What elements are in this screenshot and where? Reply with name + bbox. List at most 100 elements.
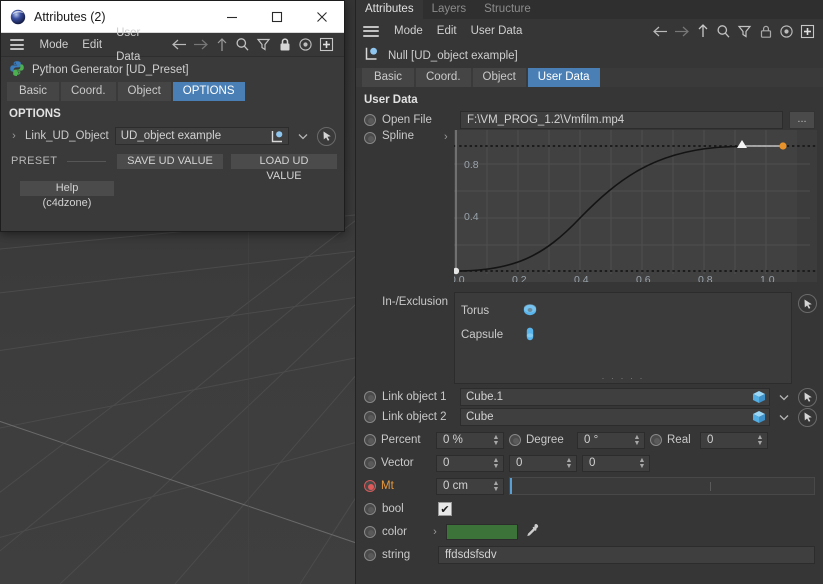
bool-radio[interactable] [364,503,376,515]
doc-tab-layers[interactable]: Layers [423,0,476,19]
filter-icon[interactable] [735,22,754,41]
real-stepper[interactable]: ▲ ▼ [756,434,764,447]
spline-radio[interactable] [364,132,376,144]
tab-coord[interactable]: Coord. [416,68,471,87]
inclusion-list[interactable]: Torus Capsule · · · · · [454,292,792,384]
open-file-input[interactable]: F:\VM_PROG_1.2\Vmfilm.mp4 [460,111,783,129]
link-object-2-row[interactable]: Link object 2 Cube [356,407,823,427]
back-arrow-icon[interactable] [651,22,670,41]
list-item[interactable]: Torus [461,299,791,323]
search-icon[interactable] [233,35,252,54]
mt-radio[interactable] [364,480,376,492]
degree-radio[interactable] [509,434,521,446]
save-ud-value-button[interactable]: SAVE UD VALUE [116,152,224,170]
object-header-row[interactable]: Python Generator [UD_Preset] [1,57,344,82]
spline-graph-svg[interactable]: 0.8 0.4 0.0 0.2 0.4 0.6 0.8 1.0 [450,130,817,286]
target-icon[interactable] [777,22,796,41]
plus-box-icon[interactable] [798,22,817,41]
vector-y-stepper[interactable]: ▲ ▼ [565,457,573,470]
vector-row[interactable]: Vector 0 ▲ ▼ 0 ▲ ▼ 0 ▲ ▼ [356,453,823,473]
inclusion-row[interactable]: In-/Exclusion Torus Capsule · · · · · [356,292,823,384]
degree-input[interactable]: 0 ° ▲ ▼ [577,431,645,449]
filter-icon[interactable] [254,35,273,54]
eyedropper-icon[interactable] [524,523,540,542]
arrow-picker-icon[interactable] [317,126,336,146]
search-icon[interactable] [714,22,733,41]
bool-checkbox[interactable]: ✔ [438,502,452,516]
open-file-row[interactable]: Open File F:\VM_PROG_1.2\Vmfilm.mp4 ... [356,110,823,130]
preset-row[interactable]: PRESET SAVE UD VALUE LOAD UD VALUE [1,148,344,182]
attributes-dock-panel[interactable]: Attributes Layers Structure Mode Edit Us… [355,0,823,584]
attributes-window[interactable]: Attributes (2) Mode Edit User Data Pytho… [0,0,345,232]
spline-graph[interactable]: 0.8 0.4 0.0 0.2 0.4 0.6 0.8 1.0 [450,130,817,286]
link-object-2-field[interactable]: Cube [460,408,770,426]
tab-basic[interactable]: Basic [7,82,59,101]
help-c4dzone-button[interactable]: Help (c4dzone) [19,180,115,209]
panel-document-tabs[interactable]: Attributes Layers Structure [356,0,823,19]
bool-row[interactable]: bool ✔ [356,499,823,519]
chevron-down-icon[interactable] [776,388,792,406]
menu-user-data[interactable]: User Data [464,19,530,43]
link-object-2-radio[interactable] [364,411,376,423]
string-radio[interactable] [364,549,376,561]
attributes-toolbar-icons[interactable] [170,35,338,54]
arrow-picker-icon[interactable] [798,294,817,313]
close-icon[interactable] [299,1,344,32]
spline-expander-icon[interactable]: › [444,131,448,143]
plus-box-icon[interactable] [317,35,336,54]
vector-radio[interactable] [364,457,376,469]
degree-stepper[interactable]: ▲ ▼ [633,434,641,447]
arrow-picker-icon[interactable] [798,407,817,427]
vector-z-stepper[interactable]: ▲ ▼ [638,457,646,470]
tab-options[interactable]: OPTIONS [172,82,245,101]
lock-icon[interactable] [756,22,775,41]
percent-degree-real-row[interactable]: Percent 0 % ▲ ▼ Degree 0 ° ▲ ▼ Real 0 ▲ ▼ [356,430,823,450]
string-row[interactable]: string ffdsdsfsdv [356,545,823,565]
panel-tabstrip[interactable]: Basic Coord. Object User Data [356,68,823,87]
hamburger-icon[interactable] [10,39,25,50]
back-arrow-icon[interactable] [170,35,189,54]
color-row[interactable]: color › [356,522,823,542]
menu-edit[interactable]: Edit [430,19,464,43]
doc-tab-structure[interactable]: Structure [475,0,540,19]
link-object-1-row[interactable]: Link object 1 Cube.1 [356,387,823,407]
tab-coord[interactable]: Coord. [61,82,116,101]
arrow-picker-icon[interactable] [798,387,817,407]
chevron-down-icon[interactable] [295,127,311,145]
link-object-1-field[interactable]: Cube.1 [460,388,770,406]
chevron-right-icon[interactable]: › [9,130,19,142]
menu-edit[interactable]: Edit [75,33,109,57]
forward-arrow-icon[interactable] [672,22,691,41]
link-object-1-radio[interactable] [364,391,376,403]
spline-row[interactable]: Spline › 0.8 0.4 .0 0.2 0.4 0.6 0.8 1.0 [356,130,823,286]
real-input[interactable]: 0 ▲ ▼ [700,431,768,449]
target-icon[interactable] [296,35,315,54]
inclusion-resize-grip[interactable]: · · · · · [455,374,791,383]
tab-object[interactable]: Object [117,82,171,101]
chevron-down-icon[interactable] [776,408,792,426]
mt-stepper[interactable]: ▲ ▼ [492,480,500,493]
forward-arrow-icon[interactable] [191,35,210,54]
vector-x-input[interactable]: 0 ▲ ▼ [436,454,504,472]
panel-menubar[interactable]: Mode Edit User Data [356,19,823,43]
color-expander-icon[interactable]: › [430,526,440,538]
tab-object[interactable]: Object [472,68,526,87]
hamburger-icon[interactable] [363,25,379,37]
attributes-menubar[interactable]: Mode Edit User Data [1,27,344,63]
window-controls[interactable] [209,1,344,32]
vector-y-input[interactable]: 0 ▲ ▼ [509,454,577,472]
percent-input[interactable]: 0 % ▲ ▼ [436,431,504,449]
window-titlebar[interactable]: Attributes (2) [1,1,344,33]
string-input[interactable]: ffdsdsfsdv [438,546,815,564]
percent-stepper[interactable]: ▲ ▼ [492,434,500,447]
mt-slider-track[interactable] [509,477,815,495]
maximize-icon[interactable] [254,1,299,32]
vector-x-stepper[interactable]: ▲ ▼ [492,457,500,470]
percent-radio[interactable] [364,434,376,446]
color-radio[interactable] [364,526,376,538]
lock-icon[interactable] [275,35,294,54]
panel-object-header-row[interactable]: Null [UD_object example] [356,43,823,68]
link-field-icons[interactable] [270,129,285,147]
menu-mode[interactable]: Mode [387,19,430,43]
tab-basic[interactable]: Basic [362,68,414,87]
